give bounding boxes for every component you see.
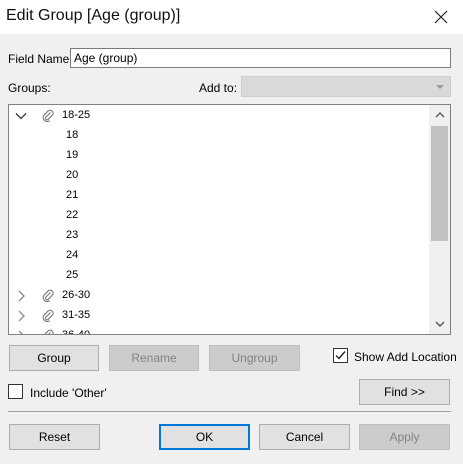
divider [8,411,451,412]
apply-button[interactable]: Apply [359,424,450,450]
vertical-scrollbar[interactable] [429,105,450,334]
tree-member-row[interactable]: 22 [9,206,429,226]
tree-member-row[interactable]: 21 [9,186,429,206]
ok-button[interactable]: OK [159,424,250,450]
paperclip-icon [42,289,54,302]
close-button[interactable] [425,3,457,31]
tree-group-label: 18-25 [62,109,91,121]
tree-member-label: 18 [66,129,79,141]
title-bar: Edit Group [Age (group)] [0,0,463,34]
tree-group-row[interactable]: 31-35 [9,306,429,326]
tree-member-row[interactable]: 19 [9,146,429,166]
groups-label: Groups: [8,81,51,95]
dialog-title: Edit Group [Age (group)] [6,7,181,24]
tree-member-label: 19 [66,149,79,161]
chevron-right-icon[interactable] [15,310,27,322]
cancel-button[interactable]: Cancel [259,424,350,450]
tree-member-row[interactable]: 24 [9,246,429,266]
scroll-thumb[interactable] [431,126,448,241]
tree-group-row[interactable]: 18-25 [9,106,429,126]
tree-member-label: 24 [66,249,79,261]
scroll-up-button[interactable] [429,105,450,125]
find-button[interactable]: Find >> [359,379,450,405]
reset-button[interactable]: Reset [9,424,100,450]
group-button[interactable]: Group [9,345,99,371]
tree-member-label: 21 [66,189,79,201]
tree-member-row[interactable]: 18 [9,126,429,146]
tree-member-row[interactable]: 23 [9,226,429,246]
include-other-checkbox[interactable] [8,384,23,399]
chevron-up-icon [435,112,444,118]
rename-button[interactable]: Rename [109,345,199,371]
chevron-right-icon[interactable] [15,290,27,302]
add-to-label: Add to: [199,81,238,95]
paperclip-icon [42,309,54,322]
chevron-down-icon [435,321,444,327]
tree-group-label: 31-35 [62,309,91,321]
checkmark-icon [335,351,346,360]
tree-rows: 18-25 18 19 20 21 22 23 24 25 26-30 31-35 36-40 [9,106,429,335]
chevron-down-icon[interactable] [15,110,27,122]
paperclip-icon [44,329,54,334]
tree-group-label: 26-30 [62,289,91,301]
chevron-down-icon [436,85,444,89]
paperclip-icon [42,109,54,122]
groups-tree[interactable]: 18-25 18 19 20 21 22 23 24 25 26-30 31-35 36-40 [8,104,451,335]
tree-group-label: 36-40 [62,329,91,335]
tree-member-label: 25 [66,269,79,281]
include-other-label: Include 'Other' [30,386,107,400]
scroll-down-button[interactable] [429,314,450,334]
ungroup-button[interactable]: Ungroup [209,345,300,371]
tree-member-row[interactable]: 25 [9,266,429,286]
close-icon [434,10,448,24]
chevron-right-icon[interactable] [15,330,27,335]
tree-member-label: 22 [66,209,79,221]
show-add-location-checkbox[interactable] [333,348,348,363]
tree-member-label: 20 [66,169,79,181]
tree-member-row[interactable]: 20 [9,166,429,186]
tree-member-label: 23 [66,229,79,241]
tree-group-row[interactable]: 36-40 [9,326,429,335]
field-name-label: Field Name: [8,52,73,66]
show-add-location-label: Show Add Location [354,350,457,364]
tree-group-row[interactable]: 26-30 [9,286,429,306]
field-name-input[interactable] [70,48,451,68]
add-to-dropdown[interactable] [241,76,451,97]
